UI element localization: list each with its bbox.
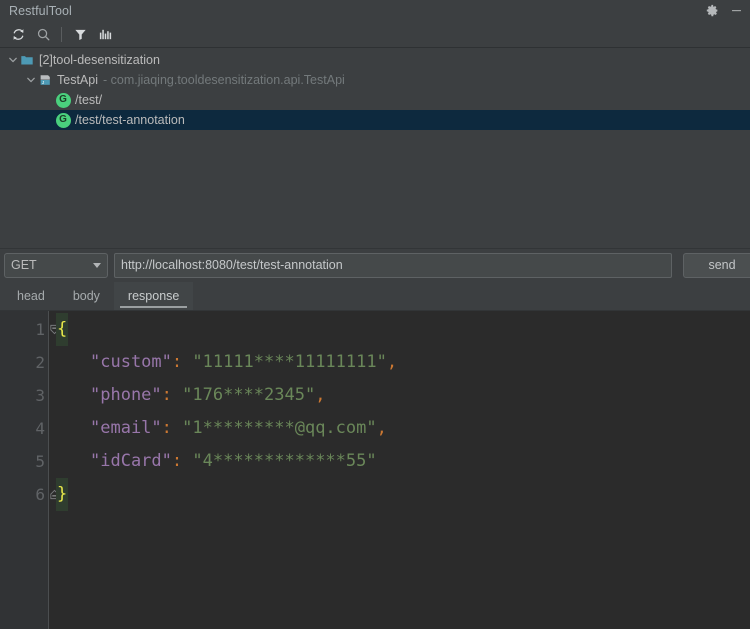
code-line: "custom": "11111****11111111",	[48, 346, 750, 379]
tree-node-module[interactable]: [2]tool-desensitization	[0, 50, 750, 70]
chevron-down-icon	[93, 262, 101, 268]
json-key: "custom"	[90, 352, 172, 372]
url-input[interactable]: http://localhost:8080/test/test-annotati…	[114, 252, 672, 278]
tree-empty-area	[0, 130, 750, 248]
module-label: [2]tool-desensitization	[39, 53, 160, 67]
line-number: 5	[35, 452, 45, 471]
json-key: "email"	[90, 418, 162, 438]
toolbar	[0, 21, 750, 48]
get-method-icon: G	[55, 112, 71, 128]
url-value: http://localhost:8080/test/test-annotati…	[121, 258, 343, 272]
json-colon: :	[171, 451, 183, 471]
minimize-icon[interactable]	[729, 3, 744, 18]
line-number-row: 6	[0, 478, 59, 511]
class-label: TestApi	[57, 73, 98, 87]
tab-head-label: head	[17, 289, 45, 303]
response-tabs: head body response	[0, 281, 750, 311]
line-number: 4	[35, 419, 45, 438]
tree-node-class[interactable]: J TestApi - com.jiaqing.tooldesensitizat…	[0, 70, 750, 90]
json-value: "4*************55"	[182, 451, 377, 471]
filter-icon[interactable]	[68, 23, 92, 45]
endpoint-path: /test/test-annotation	[75, 113, 185, 127]
http-method-value: GET	[11, 258, 37, 272]
line-number: 1	[35, 320, 45, 339]
line-number: 6	[35, 485, 45, 504]
json-value: "11111****11111111"	[182, 352, 387, 372]
line-number-row: 4	[0, 412, 48, 445]
stats-icon[interactable]	[93, 23, 117, 45]
response-code[interactable]: { "custom": "11111****11111111", "phone"…	[48, 311, 750, 629]
http-method-select[interactable]: GET	[4, 252, 108, 278]
chevron-down-icon[interactable]	[24, 74, 37, 87]
code-line: "idCard": "4*************55"	[48, 445, 750, 478]
code-line: {	[48, 313, 750, 346]
window-title: RestfulTool	[9, 3, 72, 18]
get-method-icon: G	[55, 92, 71, 108]
method-badge-label: G	[55, 92, 71, 108]
tab-body-label: body	[72, 289, 100, 303]
json-key: "idCard"	[90, 451, 172, 471]
tree-node-endpoint-1[interactable]: G /test/test-annotation	[0, 110, 750, 130]
json-comma: ,	[376, 418, 387, 438]
search-icon[interactable]	[31, 23, 55, 45]
tab-body[interactable]: body	[59, 282, 114, 310]
tab-response-label: response	[127, 289, 180, 303]
json-colon: :	[161, 385, 172, 405]
line-number-row: 1	[0, 313, 59, 346]
json-colon: :	[171, 352, 183, 372]
line-number-row: 3	[0, 379, 48, 412]
endpoint-tree: [2]tool-desensitization J TestApi - com.…	[0, 48, 750, 130]
tab-head[interactable]: head	[3, 282, 59, 310]
toolbar-separator	[61, 26, 62, 42]
json-colon: :	[161, 418, 172, 438]
settings-icon[interactable]	[705, 3, 720, 18]
json-open-brace: {	[56, 313, 69, 346]
json-key: "phone"	[90, 385, 162, 405]
code-line: }	[48, 478, 750, 511]
send-button[interactable]: send	[683, 252, 750, 278]
class-sublabel: - com.jiaqing.tooldesensitization.api.Te…	[103, 73, 345, 87]
gutter-divider	[48, 311, 49, 629]
code-line: "email": "1*********@qq.com",	[48, 412, 750, 445]
editor-gutter: 1 2 3 4 5 6	[0, 311, 59, 629]
json-value: "1*********@qq.com"	[171, 418, 377, 438]
json-close-brace: }	[56, 478, 69, 511]
line-number-row: 5	[0, 445, 48, 478]
line-number: 2	[35, 353, 45, 372]
request-bar: GET http://localhost:8080/test/test-anno…	[0, 248, 750, 281]
refresh-icon[interactable]	[6, 23, 30, 45]
tab-response[interactable]: response	[113, 282, 194, 310]
folder-icon	[19, 52, 35, 68]
response-editor[interactable]: 1 2 3 4 5 6 {"custom": "11111****11111…	[0, 311, 750, 629]
line-number: 3	[35, 386, 45, 405]
title-bar: RestfulTool	[0, 0, 750, 21]
send-label: send	[708, 258, 736, 272]
restfultool-window: RestfulTool [2]tool-desensitization J Te…	[0, 0, 750, 629]
chevron-down-icon[interactable]	[6, 54, 19, 67]
tree-node-endpoint-0[interactable]: G /test/	[0, 90, 750, 110]
json-comma: ,	[386, 352, 398, 372]
json-value: "176****2345"	[171, 385, 316, 405]
title-bar-actions	[705, 3, 744, 18]
json-comma: ,	[315, 385, 326, 405]
endpoint-path: /test/	[75, 93, 103, 107]
class-icon: J	[37, 72, 53, 88]
line-number-row: 2	[0, 346, 48, 379]
code-line: "phone": "176****2345",	[48, 379, 750, 412]
method-badge-label: G	[55, 112, 71, 128]
